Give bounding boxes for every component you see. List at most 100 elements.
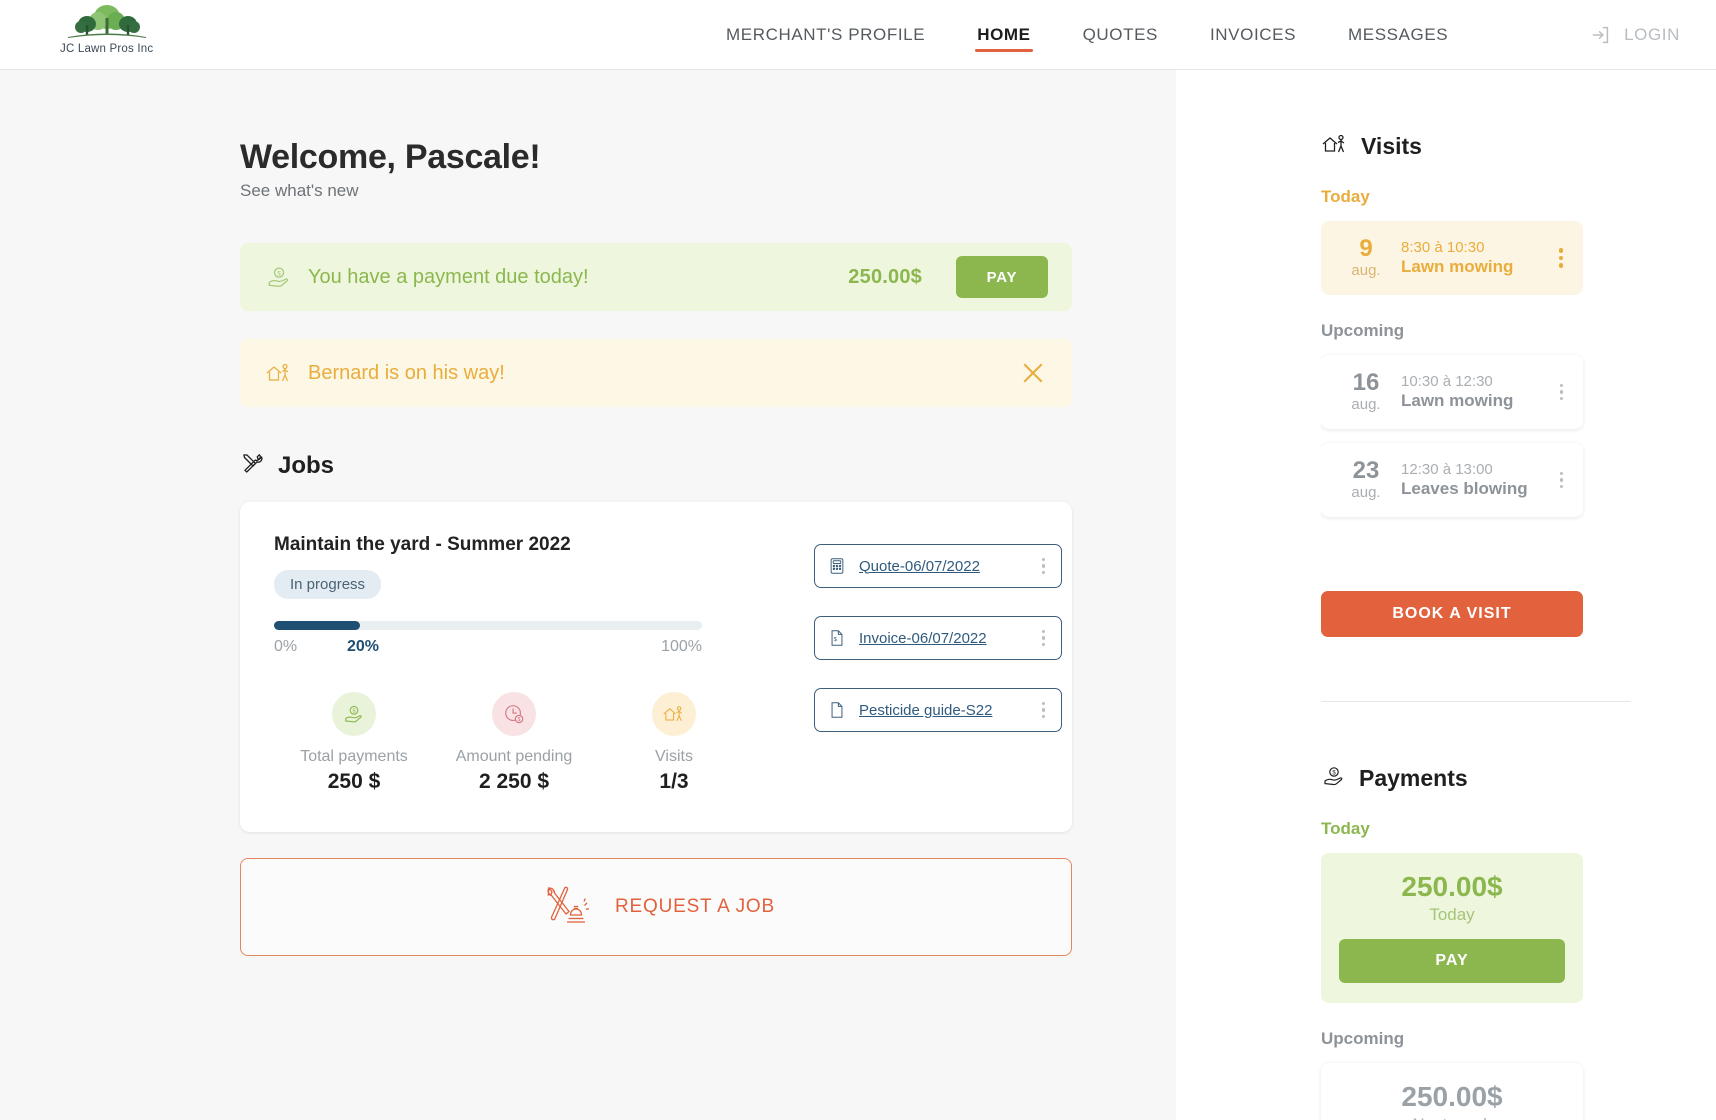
visit-date: 9 aug. (1337, 236, 1395, 279)
house-person-icon (264, 358, 294, 388)
page-title: Welcome, Pascale! (240, 138, 541, 176)
document-menu-icon[interactable] (1038, 626, 1050, 651)
visit-month: aug. (1351, 261, 1381, 279)
visit-info: 10:30 à 12:30 Lawn mowing (1401, 373, 1513, 411)
document-menu-icon[interactable] (1038, 554, 1050, 579)
payment-due-banner: $ You have a payment due today! 250.00$ … (240, 243, 1072, 311)
payments-section-header: $ Payments (1321, 764, 1621, 793)
job-documents: Quote-06/07/2022 $ Invoice-06/07/2022 Pe… (814, 534, 1062, 794)
request-a-job-button[interactable]: REQUEST A JOB (240, 858, 1072, 956)
visit-info: 8:30 à 10:30 Lawn mowing (1401, 239, 1513, 277)
stat-label: Visits (655, 748, 693, 765)
svg-text:$: $ (352, 709, 355, 715)
right-sidebar: Visits Today 9 aug. 8:30 à 10:30 Lawn mo… (1176, 70, 1716, 1120)
top-header: JC Lawn Pros Inc MERCHANT'S PROFILE HOME… (0, 0, 1716, 70)
payment-when: Today (1429, 905, 1475, 924)
payments-today-label: Today (1321, 819, 1370, 838)
nav-item-merchants-profile[interactable]: MERCHANT'S PROFILE (700, 0, 951, 70)
clock-coin-icon: $ (492, 692, 536, 736)
progress-max-label: 100% (661, 638, 702, 655)
nav-item-invoices[interactable]: INVOICES (1184, 0, 1322, 70)
banner-pay-button[interactable]: PAY (956, 256, 1048, 298)
brand-logo-text: JC Lawn Pros Inc (60, 43, 154, 55)
visit-menu-icon[interactable] (1555, 244, 1568, 272)
book-a-visit-button[interactable]: BOOK A VISIT (1321, 591, 1583, 637)
visit-day: 9 (1359, 235, 1373, 263)
job-progress-fill (274, 621, 360, 630)
svg-text:$: $ (518, 717, 521, 723)
visits-title: Visits (1361, 133, 1422, 159)
nav-item-quotes[interactable]: QUOTES (1057, 0, 1184, 70)
sidebar-pay-button[interactable]: PAY (1339, 939, 1565, 983)
stat-label: Amount pending (455, 748, 573, 765)
visits-upcoming-list[interactable]: 16 aug. 10:30 à 12:30 Lawn mowing 23 aug… (1321, 341, 1621, 571)
nav-item-home[interactable]: HOME (951, 0, 1056, 70)
request-a-job-label: REQUEST A JOB (615, 896, 775, 917)
visit-month: aug. (1351, 483, 1381, 501)
payment-card-today: 250.00$ Today PAY (1321, 853, 1583, 1003)
close-icon[interactable] (1018, 358, 1048, 388)
visit-job-name: Lawn mowing (1401, 391, 1514, 410)
document-menu-icon[interactable] (1038, 698, 1050, 723)
login-button[interactable]: LOGIN (1590, 0, 1680, 70)
hand-coin-icon: $ (264, 262, 294, 292)
payment-card-upcoming: 250.00$ Next week (1321, 1063, 1583, 1120)
app-root: JC Lawn Pros Inc MERCHANT'S PROFILE HOME… (0, 0, 1716, 1120)
invoice-icon: $ (827, 628, 847, 648)
visit-time: 8:30 à 10:30 (1401, 239, 1485, 256)
hand-coin-icon: $ (1321, 764, 1347, 793)
svg-text:$: $ (277, 270, 281, 277)
visit-menu-icon[interactable] (1556, 468, 1568, 493)
document-label: Pesticide guide-S22 (859, 701, 993, 719)
trees-logo-icon (67, 5, 146, 38)
jobs-section-title: Jobs (278, 451, 335, 479)
stat-total-payments: $ Total payments 250 $ (274, 692, 434, 794)
main-content: Welcome, Pascale! See what's new $ You h… (0, 70, 1176, 1120)
nav-item-messages[interactable]: MESSAGES (1322, 0, 1474, 70)
stat-value: 1/3 (659, 770, 689, 793)
document-guide-button[interactable]: Pesticide guide-S22 (814, 688, 1062, 732)
visit-info: 12:30 à 13:00 Leaves blowing (1401, 461, 1528, 499)
stat-value: 250 $ (327, 770, 381, 793)
page-subtitle: See what's new (240, 181, 359, 200)
job-stats: $ Total payments 250 $ $ Amount pending … (274, 692, 754, 794)
visits-section-header: Visits (1321, 132, 1621, 161)
visit-day: 23 (1352, 457, 1380, 485)
stat-value: 2 250 $ (478, 770, 550, 793)
stat-label: Total payments (300, 748, 408, 765)
visit-day: 16 (1352, 369, 1380, 397)
calculator-icon (827, 556, 847, 576)
house-person-icon (652, 692, 696, 736)
visit-date: 16 aug. (1337, 370, 1395, 413)
main-navigation: MERCHANT'S PROFILE HOME QUOTES INVOICES … (700, 0, 1474, 70)
visit-card-upcoming[interactable]: 16 aug. 10:30 à 12:30 Lawn mowing (1321, 355, 1583, 429)
visit-job-name: Leaves blowing (1401, 479, 1528, 498)
visit-job-name: Lawn mowing (1401, 257, 1514, 276)
document-quote-button[interactable]: Quote-06/07/2022 (814, 544, 1062, 588)
document-label: Quote-06/07/2022 (859, 557, 980, 575)
payment-banner-text: You have a payment due today! (308, 265, 589, 288)
job-title: Maintain the yard - Summer 2022 (274, 534, 571, 555)
login-arrow-icon (1592, 26, 1609, 44)
visits-list-fade (1321, 537, 1621, 571)
payment-when: Next week (1339, 1115, 1565, 1120)
visit-time: 12:30 à 13:00 (1401, 461, 1493, 478)
payments-title: Payments (1359, 765, 1468, 791)
technician-onway-banner: Bernard is on his way! (240, 339, 1072, 407)
job-progress-bar (274, 621, 702, 630)
visit-card-today[interactable]: 9 aug. 8:30 à 10:30 Lawn mowing (1321, 221, 1583, 295)
brand-logo[interactable]: JC Lawn Pros Inc (60, 4, 153, 55)
tools-icon (240, 451, 264, 480)
payment-amount: 250.00$ (1401, 871, 1503, 902)
document-invoice-button[interactable]: $ Invoice-06/07/2022 (814, 616, 1062, 660)
hand-coin-icon: $ (332, 692, 376, 736)
visits-today-label: Today (1321, 187, 1370, 206)
visit-card-upcoming[interactable]: 23 aug. 12:30 à 13:00 Leaves blowing (1321, 443, 1583, 517)
document-label: Invoice-06/07/2022 (859, 629, 987, 647)
payment-amount: 250.00$ (1401, 1081, 1503, 1112)
visit-date: 23 aug. (1337, 458, 1395, 501)
sidebar-divider (1321, 701, 1631, 702)
payment-banner-amount: 250.00$ (848, 265, 922, 288)
job-progress-labels: 0% 20% 100% (274, 638, 702, 660)
visit-menu-icon[interactable] (1556, 380, 1568, 405)
